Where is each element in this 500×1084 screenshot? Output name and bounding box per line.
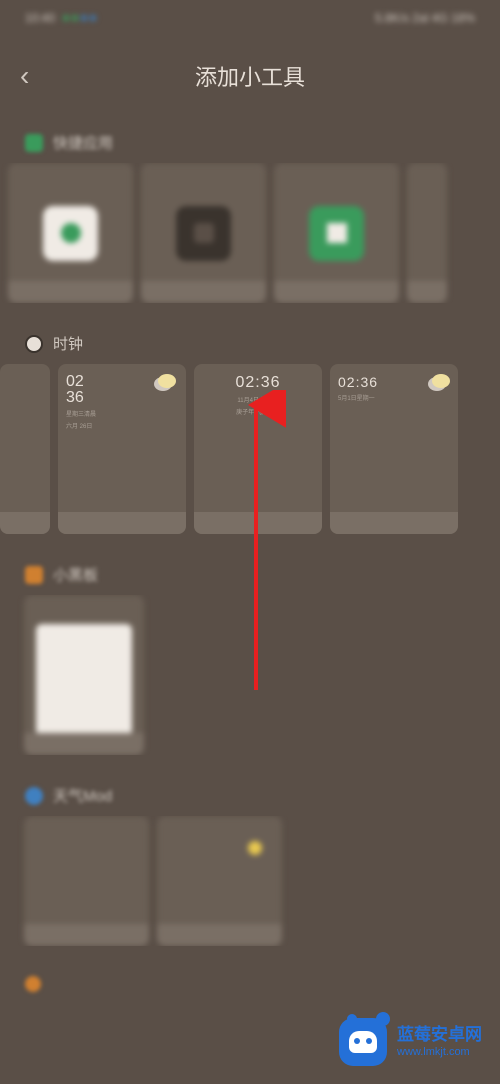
quick-section-icon <box>25 134 43 152</box>
calendar-section-icon <box>25 566 43 584</box>
clock-time-3: 02:36 <box>338 374 378 390</box>
widget-clock-0[interactable] <box>0 364 50 534</box>
watermark-logo <box>339 1018 387 1066</box>
page-header: ‹ 添加小工具 <box>0 35 500 122</box>
widget-quick-4[interactable] <box>407 163 447 303</box>
section-header-clock: 时钟 <box>0 323 500 364</box>
widget-quick-3[interactable] <box>274 163 399 303</box>
watermark-url: www.lmkjt.com <box>397 1046 482 1059</box>
section-clock: 时钟 02 36 星期三清晨 六月 26日 02:36 11月 <box>0 323 500 534</box>
section-quick: 快捷应用 <box>0 122 500 303</box>
section-header-weather: 天气Mod <box>0 775 500 816</box>
clock-date-1a: 星期三清晨 <box>66 409 178 418</box>
clock-date-1b: 六月 26日 <box>66 421 178 430</box>
section-header-calendar: 小黑板 <box>0 554 500 595</box>
widget-quick-1[interactable] <box>8 163 133 303</box>
widget-clock-2[interactable]: 02:36 11月4日 星期三 庚子年 九月十九 <box>194 364 322 534</box>
widget-clock-3[interactable]: 02:36 5月1日星期一 <box>330 364 458 534</box>
clock-time-1b: 36 <box>66 390 178 406</box>
clock-section-icon <box>25 335 43 353</box>
status-bar: 10:40 5.8K/s 2al 4G 18% <box>0 0 500 35</box>
watermark: 蓝莓安卓网 www.lmkjt.com <box>339 1018 482 1066</box>
widget-quick-2[interactable] <box>141 163 266 303</box>
more-section-icon <box>25 976 41 992</box>
section-weather: 天气Mod <box>0 775 500 946</box>
weather-icon <box>158 374 176 388</box>
section-calendar: 小黑板 <box>0 554 500 755</box>
widget-weather-1[interactable] <box>24 816 149 946</box>
widget-calendar-1[interactable] <box>24 595 144 755</box>
widget-clock-1[interactable]: 02 36 星期三清晨 六月 26日 <box>58 364 186 534</box>
status-time: 10:40 <box>25 11 55 25</box>
clock-date-2b: 庚子年 九月十九 <box>236 407 280 416</box>
clock-section-title: 时钟 <box>53 333 83 354</box>
weather-icon <box>432 374 450 388</box>
calendar-section-title: 小黑板 <box>53 564 98 585</box>
weather-section-title: 天气Mod <box>53 785 112 806</box>
section-more <box>0 966 500 1002</box>
status-right: 5.8K/s 2al 4G 18% <box>375 11 475 25</box>
clock-time-2: 02:36 <box>235 374 280 392</box>
clock-date-2a: 11月4日 星期三 <box>237 395 278 404</box>
clock-date-3: 5月1日星期一 <box>338 393 378 402</box>
back-button[interactable]: ‹ <box>20 60 29 92</box>
section-header-quick: 快捷应用 <box>0 122 500 163</box>
quick-section-title: 快捷应用 <box>53 132 113 153</box>
sun-icon <box>248 841 262 855</box>
weather-section-icon <box>25 787 43 805</box>
page-title: 添加小工具 <box>20 60 480 92</box>
widget-weather-2[interactable] <box>157 816 282 946</box>
watermark-name: 蓝莓安卓网 <box>397 1025 482 1045</box>
